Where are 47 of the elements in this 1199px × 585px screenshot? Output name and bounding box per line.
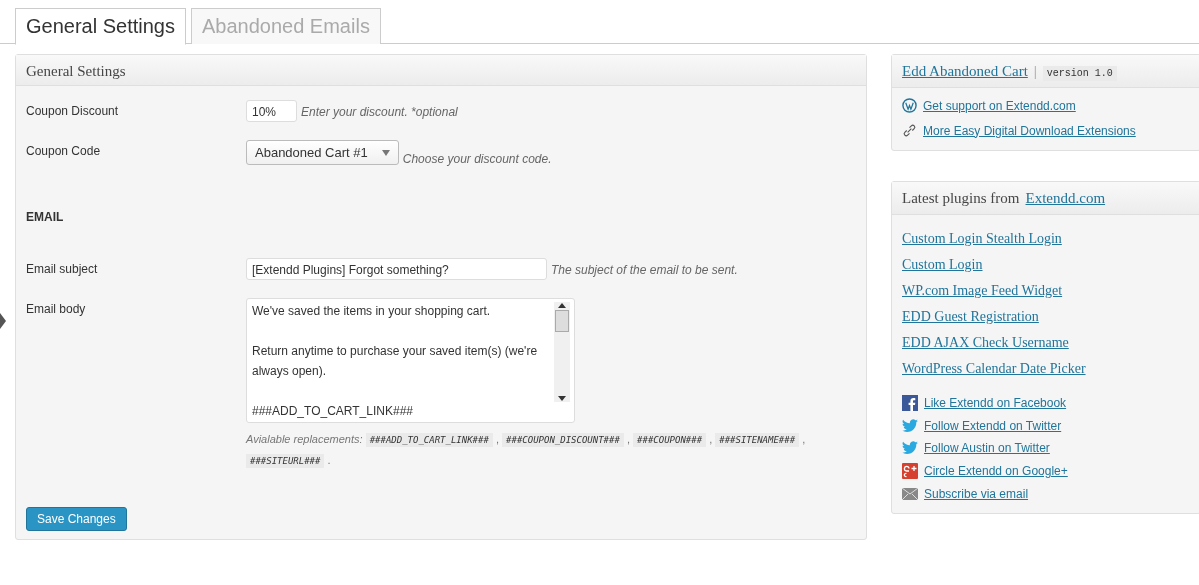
facebook-icon [902, 395, 918, 411]
plugin-link[interactable]: EDD AJAX Check Username [902, 335, 1069, 350]
field-hint: Enter your discount. *optional [301, 104, 458, 119]
plugin-link[interactable]: WP.com Image Feed Widget [902, 283, 1063, 298]
save-button[interactable]: Save Changes [26, 507, 127, 531]
separator: | [1033, 63, 1037, 80]
replacements-note: Avialable replacements: ###ADD_TO_CART_LINK### , ###COUPON_DISCOUNT### , ###COUPON### , ###SITENAME### , ###SITEURL### . [246, 432, 807, 470]
section-heading: EMAIL [26, 210, 65, 224]
field-hint: The subject of the email to be sent. [551, 262, 738, 277]
plugin-link[interactable]: Custom Login Stealth Login [902, 231, 1062, 246]
scroll-up-icon[interactable] [558, 302, 566, 308]
social-link[interactable]: Subscribe via email [924, 487, 1029, 501]
field-label: Email body [26, 301, 87, 316]
social-link[interactable]: Like Extendd on Facebook [924, 396, 1067, 410]
coupon-select[interactable]: Abandoned Cart #1 [246, 140, 399, 165]
field-label: Coupon Discount [26, 103, 120, 118]
caret-icon [381, 149, 390, 156]
collapse-arrow-icon[interactable] [0, 313, 6, 329]
scrollbar[interactable] [554, 302, 570, 402]
box-title: Latest plugins from [902, 190, 1020, 207]
plugin-title-link[interactable]: Edd Abandoned Cart [902, 63, 1028, 80]
plugin-link[interactable]: EDD Guest Registration [902, 309, 1039, 324]
field-label: Coupon Code [26, 143, 102, 158]
sidebar-link[interactable]: More Easy Digital Download Extensions [923, 123, 1136, 138]
site-link[interactable]: Extendd.com [1025, 190, 1106, 207]
panel-title: General Settings [16, 55, 866, 86]
field-hint: Choose your discount code. [402, 151, 552, 166]
social-link[interactable]: Follow Austin on Twitter [924, 441, 1050, 455]
wordpress-icon [902, 98, 917, 113]
bird-icon [902, 441, 918, 455]
scroll-thumb[interactable] [555, 310, 569, 332]
field-label: Email subject [26, 261, 99, 276]
discount-input[interactable]: 10% [246, 100, 297, 122]
envelope-icon [902, 488, 918, 500]
bird-icon [902, 419, 918, 433]
plugin-link[interactable]: WordPress Calendar Date Picker [902, 361, 1086, 376]
body-textarea[interactable]: We've saved the items in your shopping cart. Return anytime to purchase your saved item(s) (we're always open). ###ADD_TO_CART_LINK### [246, 298, 575, 423]
link-icon [902, 123, 917, 138]
version-label: version 1.0 [1042, 66, 1117, 81]
sidebar-link[interactable]: Get support on Extendd.com [923, 98, 1076, 113]
social-link[interactable]: Follow Extendd on Twitter [924, 419, 1062, 433]
google-plus-icon [902, 463, 918, 479]
social-link[interactable]: Circle Extendd on Google+ [924, 464, 1068, 478]
plugin-link[interactable]: Custom Login [902, 257, 983, 272]
tab[interactable]: General Settings [15, 8, 186, 45]
subject-input[interactable]: [Extendd Plugins] Forgot something? [246, 258, 547, 280]
scroll-down-icon[interactable] [558, 396, 566, 402]
